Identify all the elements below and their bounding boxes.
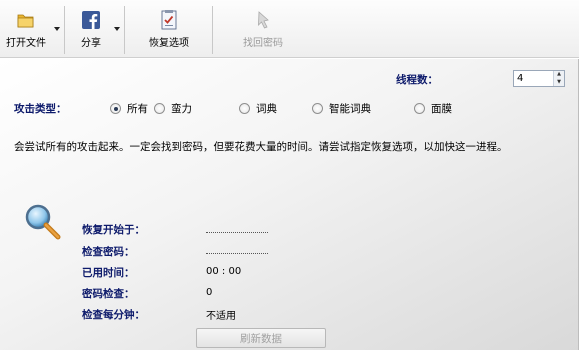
radio-icon[interactable] xyxy=(414,103,425,114)
radio-icon[interactable] xyxy=(154,103,165,114)
recover-password-button[interactable]: 找回密码 xyxy=(240,0,286,58)
attack-option-label: 智能词典 xyxy=(329,103,371,115)
open-file-dropdown-arrow-icon[interactable] xyxy=(54,27,60,31)
radio-icon[interactable] xyxy=(312,103,323,114)
threads-value[interactable]: 4 xyxy=(514,73,553,84)
pointer-hand-icon xyxy=(258,11,269,29)
recovery-start-placeholder xyxy=(206,232,268,233)
facebook-icon xyxy=(82,11,100,29)
attack-option-brute-force[interactable]: 蛮力 xyxy=(154,101,192,116)
radio-icon[interactable] xyxy=(239,103,250,114)
spinner-buttons: ▲ ▼ xyxy=(553,71,564,86)
passwords-checked-label: 密码检查： xyxy=(82,288,135,300)
check-password-placeholder xyxy=(206,253,268,254)
attack-option-dictionary[interactable]: 词典 xyxy=(239,101,277,116)
checks-per-minute-label: 检查每分钟： xyxy=(82,309,145,321)
threads-label: 线程数： xyxy=(396,74,438,86)
attack-option-label: 词典 xyxy=(256,103,277,115)
magnifier-icon xyxy=(25,204,61,240)
check-password-label: 检查密码： xyxy=(82,246,135,258)
attack-option-label: 面膜 xyxy=(431,103,452,115)
refresh-data-button[interactable]: 刷新数据 xyxy=(196,328,326,348)
attack-option-all[interactable]: 所有 xyxy=(110,101,148,116)
radio-icon[interactable] xyxy=(110,103,121,114)
share-label: 分享 xyxy=(81,38,101,49)
spinner-up-icon[interactable]: ▲ xyxy=(554,71,564,79)
threads-spinner[interactable]: 4 ▲ ▼ xyxy=(513,70,565,87)
attack-option-smart-dictionary[interactable]: 智能词典 xyxy=(312,101,371,116)
share-button[interactable]: 分享 xyxy=(76,0,106,58)
recovery-options-label: 恢复选项 xyxy=(149,38,189,49)
elapsed-time-label: 已用时间： xyxy=(82,267,135,279)
recover-password-label: 找回密码 xyxy=(243,38,283,49)
recovery-start-label: 恢复开始于： xyxy=(82,224,145,236)
attack-option-mask[interactable]: 面膜 xyxy=(414,101,452,116)
open-file-button[interactable]: 打开文件 xyxy=(4,0,48,58)
toolbar-separator xyxy=(124,6,125,54)
checklist-icon xyxy=(161,10,177,30)
checks-per-minute-value: 不适用 xyxy=(206,311,236,322)
toolbar: 打开文件 分享 恢复选项 找回密码 xyxy=(0,0,579,58)
toolbar-separator xyxy=(64,6,65,54)
open-file-label: 打开文件 xyxy=(6,38,46,49)
elapsed-time-value: 00 : 00 xyxy=(206,266,242,277)
attack-option-label: 所有 xyxy=(127,103,148,115)
toolbar-separator xyxy=(212,6,213,54)
attack-option-label: 蛮力 xyxy=(171,103,192,115)
spinner-down-icon[interactable]: ▼ xyxy=(554,79,564,87)
recovery-options-button[interactable]: 恢复选项 xyxy=(144,0,194,58)
share-dropdown-arrow-icon[interactable] xyxy=(114,27,120,31)
attack-type-label: 攻击类型： xyxy=(14,103,67,115)
attack-description: 会尝试所有的攻击起来。一定会找到密码，但要花费大量的时间。请尝试指定恢复选项，以… xyxy=(14,141,508,153)
folder-icon xyxy=(17,14,34,28)
passwords-checked-value: 0 xyxy=(206,287,213,298)
